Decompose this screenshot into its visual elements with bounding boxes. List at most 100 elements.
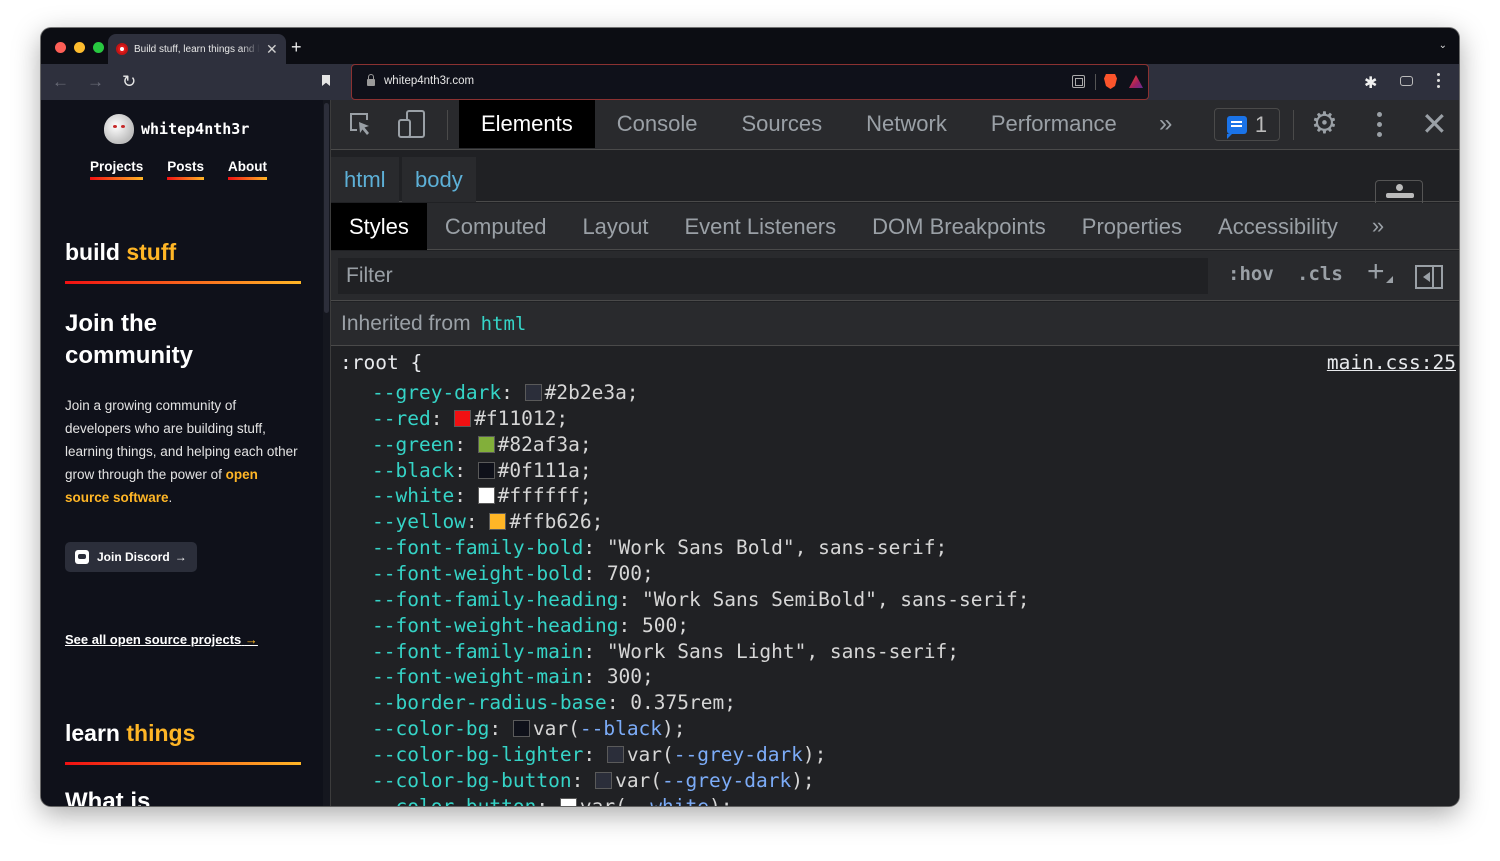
css-property-value[interactable]: 300; — [607, 665, 654, 688]
color-swatch[interactable] — [512, 720, 530, 738]
css-property-value[interactable]: 0.375rem; — [630, 691, 736, 714]
nav-link-posts[interactable]: Posts — [167, 159, 204, 180]
css-property-value[interactable]: "Work Sans SemiBold", sans-serif; — [642, 588, 1029, 611]
new-style-rule-icon[interactable]: + — [1367, 255, 1392, 289]
accessibility-tree-icon[interactable] — [1375, 180, 1423, 204]
subtab-properties[interactable]: Properties — [1064, 203, 1200, 250]
color-swatch[interactable] — [477, 487, 495, 505]
css-declaration[interactable]: --green: #82af3a; — [372, 432, 592, 458]
nav-link-about[interactable]: About — [228, 159, 267, 180]
css-property-value[interactable]: "Work Sans Bold", sans-serif; — [607, 536, 947, 559]
bookmark-icon[interactable] — [322, 75, 330, 86]
css-declaration[interactable]: --font-weight-heading: 500; — [372, 613, 689, 639]
lock-icon[interactable] — [367, 74, 375, 86]
css-property-name[interactable]: --black — [372, 459, 454, 482]
close-window-button[interactable] — [55, 42, 66, 53]
settings-gear-icon[interactable]: ⚙ — [1311, 108, 1338, 140]
back-arrow-icon[interactable]: ← — [52, 72, 69, 92]
breadcrumb-body[interactable]: body — [402, 157, 476, 202]
css-declaration[interactable]: --grey-dark: #2b2e3a; — [372, 380, 639, 406]
browser-tab[interactable]: Build stuff, learn things and love what … — [108, 34, 286, 64]
css-property-name[interactable]: --color-bg-button — [372, 769, 572, 792]
toggle-sidebar-icon[interactable] — [1415, 265, 1443, 289]
css-variable-reference[interactable]: --white — [627, 795, 709, 806]
css-declaration[interactable]: --font-family-main: "Work Sans Light", s… — [372, 639, 959, 665]
css-property-value[interactable]: #f11012; — [474, 407, 568, 430]
qr-code-icon[interactable] — [1072, 75, 1085, 88]
css-declaration[interactable]: --black: #0f111a; — [372, 458, 592, 484]
reload-icon[interactable]: ↻ — [122, 72, 136, 92]
css-property-value[interactable]: var(--grey-dark); — [627, 743, 827, 766]
css-property-name[interactable]: --grey-dark — [372, 381, 501, 404]
class-toggle[interactable]: .cls — [1297, 263, 1343, 285]
css-property-value[interactable]: var(--grey-dark); — [615, 769, 815, 792]
css-declaration[interactable]: --color-bg: var(--black); — [372, 716, 686, 742]
css-property-value[interactable]: 500; — [642, 614, 689, 637]
subtab-layout[interactable]: Layout — [564, 203, 666, 250]
css-property-value[interactable]: "Work Sans Light", sans-serif; — [607, 640, 959, 663]
tab-console[interactable]: Console — [595, 100, 720, 148]
css-declaration[interactable]: --color-button: var(--white); — [372, 794, 733, 806]
site-logo[interactable]: whitep4nth3r — [104, 114, 249, 144]
issues-button[interactable]: 1 — [1214, 108, 1280, 141]
css-property-name[interactable]: --border-radius-base — [372, 691, 607, 714]
color-swatch[interactable] — [524, 384, 542, 401]
device-toolbar-icon[interactable] — [398, 110, 426, 138]
css-property-value[interactable]: #82af3a; — [498, 433, 592, 456]
css-property-value[interactable]: var(--black); — [533, 717, 686, 740]
css-property-name[interactable]: --color-bg — [372, 717, 489, 740]
url-text[interactable]: whitep4nth3r.com — [384, 75, 474, 87]
hover-state-toggle[interactable]: :hov — [1228, 263, 1274, 285]
css-property-value[interactable]: #0f111a; — [498, 459, 592, 482]
tab-performance[interactable]: Performance — [969, 100, 1139, 148]
css-declaration[interactable]: --color-bg-lighter: var(--grey-dark); — [372, 742, 826, 768]
close-tab-icon[interactable]: ✕ — [266, 41, 278, 58]
maximize-window-button[interactable] — [93, 42, 104, 53]
css-declaration[interactable]: --font-weight-main: 300; — [372, 664, 654, 690]
tab-elements[interactable]: Elements — [459, 100, 595, 148]
css-property-value[interactable]: #2b2e3a; — [545, 381, 639, 404]
color-swatch[interactable] — [454, 409, 472, 427]
css-property-name[interactable]: --font-family-bold — [372, 536, 583, 559]
css-property-value[interactable]: 700; — [607, 562, 654, 585]
subtab-accessibility[interactable]: Accessibility — [1200, 203, 1356, 250]
extensions-puzzle-icon[interactable]: ✱ — [1364, 73, 1377, 93]
css-property-name[interactable]: --font-weight-bold — [372, 562, 583, 585]
see-all-projects-link[interactable]: See all open source projects → — [65, 632, 258, 647]
css-declaration[interactable]: --white: #ffffff; — [372, 483, 592, 509]
breadcrumb-html[interactable]: html — [331, 157, 399, 202]
css-declaration[interactable]: --border-radius-base: 0.375rem; — [372, 690, 736, 716]
css-declaration[interactable]: --red: #f11012; — [372, 406, 568, 432]
color-swatch[interactable] — [477, 435, 495, 453]
tab-network[interactable]: Network — [844, 100, 969, 148]
css-property-value[interactable]: #ffb626; — [509, 510, 603, 533]
css-property-name[interactable]: --color-button — [372, 795, 536, 806]
color-swatch[interactable] — [595, 771, 613, 789]
nav-link-projects[interactable]: Projects — [90, 159, 144, 180]
minimize-window-button[interactable] — [74, 42, 85, 53]
css-declaration[interactable]: --font-family-bold: "Work Sans Bold", sa… — [372, 535, 947, 561]
subtab-computed[interactable]: Computed — [427, 203, 565, 250]
browser-menu-icon[interactable] — [1437, 73, 1441, 91]
css-property-name[interactable]: --font-weight-main — [372, 665, 583, 688]
subtab-dom-breakpoints[interactable]: DOM Breakpoints — [854, 203, 1064, 250]
color-swatch[interactable] — [559, 797, 577, 806]
css-property-name[interactable]: --red — [372, 407, 431, 430]
source-file-link[interactable]: main.css:25 — [1327, 351, 1456, 374]
forward-arrow-icon[interactable]: → — [87, 72, 104, 92]
more-tabs-icon[interactable]: » — [1159, 110, 1172, 138]
css-property-name[interactable]: --font-family-heading — [372, 588, 619, 611]
new-tab-button[interactable]: + — [291, 37, 302, 58]
devtools-menu-icon[interactable] — [1377, 112, 1382, 142]
wallet-icon[interactable] — [1400, 76, 1413, 86]
close-devtools-icon[interactable]: ✕ — [1421, 105, 1448, 143]
address-bar[interactable]: whitep4nth3r.com — [351, 64, 1149, 100]
inspect-element-icon[interactable] — [349, 112, 371, 136]
rule-selector[interactable]: :root { — [340, 351, 422, 374]
join-discord-button[interactable]: Join Discord → — [65, 542, 197, 572]
page-scrollbar-thumb[interactable] — [324, 103, 329, 313]
css-variable-reference[interactable]: --black — [580, 717, 662, 740]
css-declaration[interactable]: --yellow: #ffb626; — [372, 509, 603, 535]
css-property-name[interactable]: --yellow — [372, 510, 466, 533]
css-property-name[interactable]: --font-weight-heading — [372, 614, 619, 637]
